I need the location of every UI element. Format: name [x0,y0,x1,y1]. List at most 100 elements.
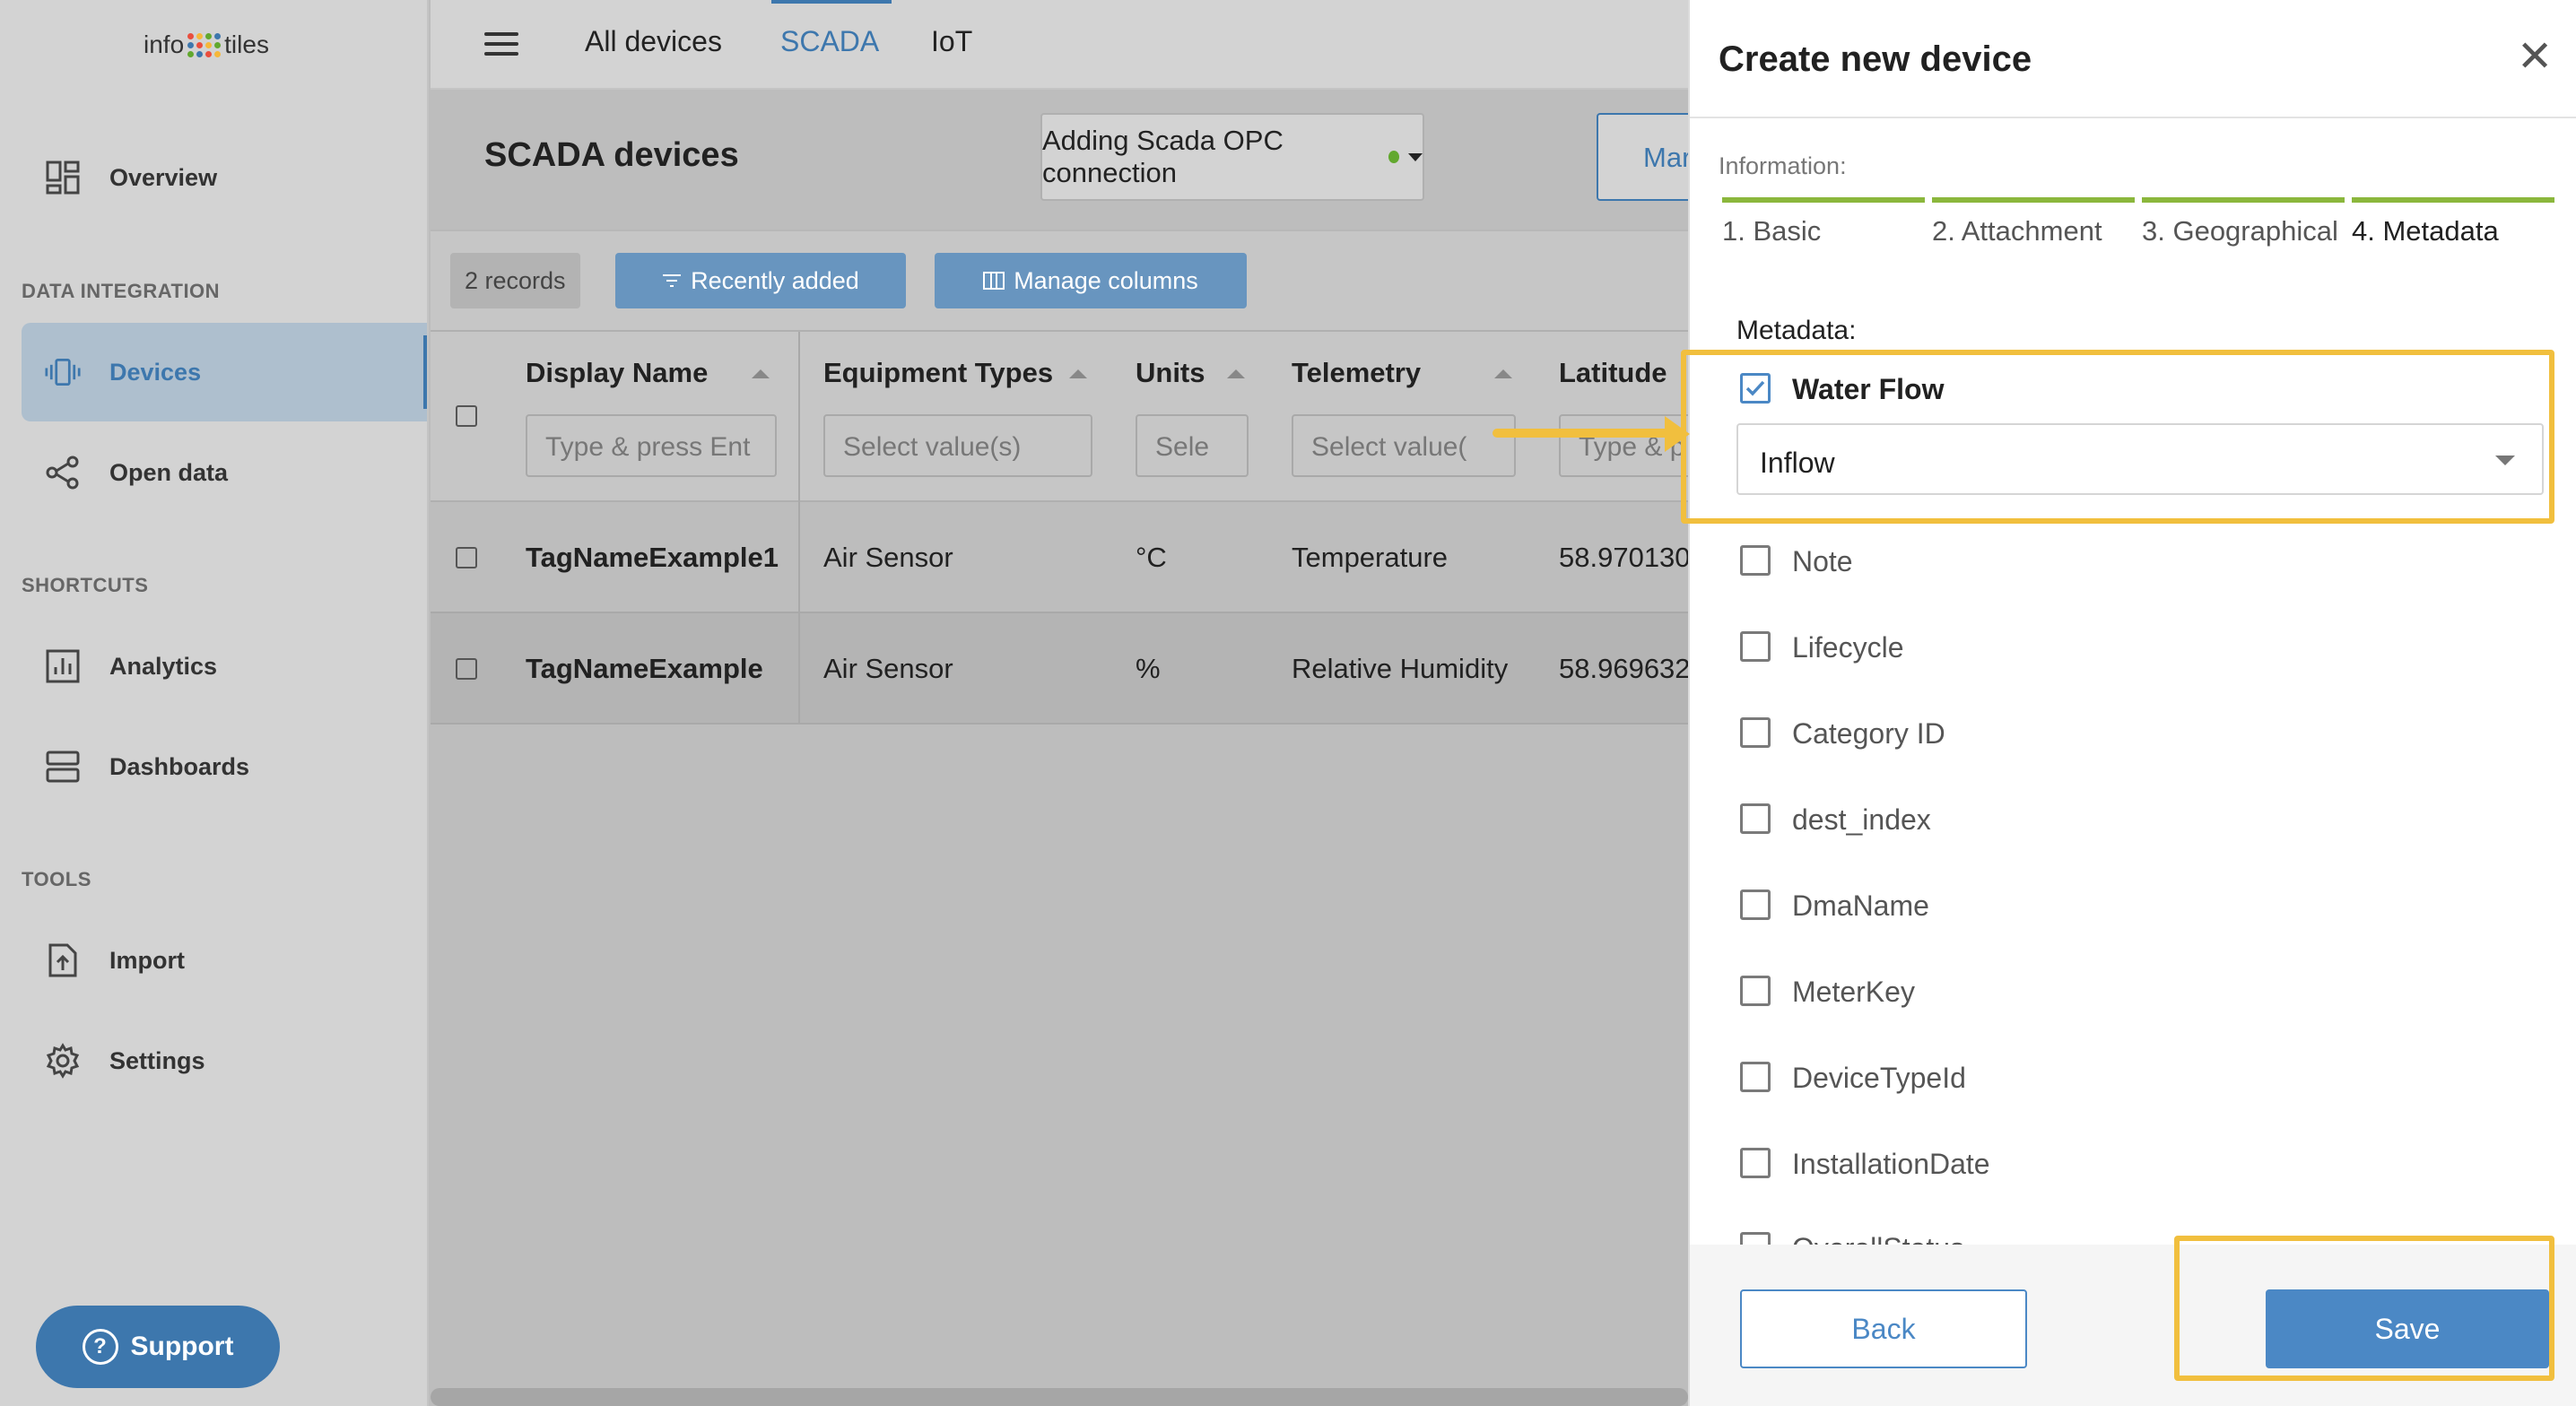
recently-added-label: Recently added [691,266,859,294]
device-type-id-checkbox[interactable] [1740,1062,1771,1092]
column-divider [798,332,800,504]
sidebar-item-label: Open data [109,458,229,486]
scada-opc-connection-dropdown[interactable]: Adding Scada OPC connection [1040,113,1424,201]
step-progress-bar [2142,197,2345,203]
gear-icon [45,1043,81,1079]
filter-lines-icon [663,274,682,287]
tab-all-devices[interactable]: All devices [585,25,722,90]
note-checkbox[interactable] [1740,545,1771,576]
information-label: Information: [1719,152,1847,179]
lifecycle-checkbox[interactable] [1740,631,1771,662]
save-button[interactable]: Save [2266,1289,2549,1368]
sidebar-item-overview[interactable]: Overview [22,128,427,227]
cell-unit: % [1136,653,1161,684]
cell-display-name: TagNameExample1 [526,542,779,573]
sort-icon[interactable] [1069,369,1087,378]
manage-button[interactable]: Mar [1597,113,1688,201]
page-title: SCADA devices [484,136,739,174]
table-row[interactable]: TagNameExample Air Sensor % Relative Hum… [431,613,1688,725]
equipment-types-filter[interactable]: Select value(s) [823,414,1092,477]
tab-scada[interactable]: SCADA [770,0,892,90]
sidebar-item-label: Import [109,946,185,974]
devices-icon [45,354,81,390]
step-label: 2. Attachment [1932,215,2102,247]
import-file-icon [45,942,81,978]
sidebar-item-label: Settings [109,1046,205,1074]
dropdown-arrow-icon [2495,456,2515,465]
column-display-name[interactable]: Display Name [526,357,708,389]
hamburger-menu-icon[interactable] [484,32,518,56]
sidebar-item-settings[interactable]: Settings [22,1011,427,1110]
step-metadata[interactable]: 4. Metadata [2352,197,2554,251]
sort-icon[interactable] [752,369,770,378]
dma-name-checkbox[interactable] [1740,890,1771,920]
step-geographical[interactable]: 3. Geographical [2142,197,2345,251]
dma-name-label: DmaName [1792,890,1929,922]
telemetry-filter[interactable]: Select value( [1292,414,1516,477]
sidebar-item-label: Dashboards [109,752,250,780]
step-basic[interactable]: 1. Basic [1722,197,1925,251]
table-header: Display Name Type & press Ent Equipment … [431,330,1688,504]
note-label: Note [1792,545,1853,577]
sort-icon[interactable] [1227,369,1245,378]
manage-columns-button[interactable]: Manage columns [935,253,1247,308]
table-row[interactable]: TagNameExample1 Air Sensor °C Temperatur… [431,502,1688,613]
water-flow-select[interactable]: Inflow [1736,423,2544,495]
cell-unit: °C [1136,542,1167,573]
support-button[interactable]: ? Support [36,1306,280,1388]
section-tools: TOOLS [22,868,91,890]
back-button[interactable]: Back [1740,1289,2027,1368]
installation-date-checkbox[interactable] [1740,1148,1771,1178]
category-id-checkbox[interactable] [1740,717,1771,748]
checkmark-icon [1745,380,1765,396]
tab-iot[interactable]: IoT [931,25,972,90]
overview-grid-icon [45,160,81,195]
column-latitude[interactable]: Latitude [1559,357,1667,389]
select-all-checkbox[interactable] [456,405,477,427]
column-equipment-types[interactable]: Equipment Types [823,357,1053,389]
columns-icon [983,272,1005,290]
step-attachment[interactable]: 2. Attachment [1932,197,2135,251]
water-flow-label: Water Flow [1792,373,1945,405]
step-label: 3. Geographical [2142,215,2338,247]
logo-text-right: tiles [224,30,269,58]
horizontal-scrollbar[interactable] [431,1388,1688,1406]
column-divider [798,502,800,613]
manage-columns-label: Manage columns [1014,266,1198,294]
sidebar-item-dashboards[interactable]: Dashboards [22,717,427,816]
sidebar-item-analytics[interactable]: Analytics [22,617,427,716]
annotation-arrow-head-icon [1665,416,1690,452]
recently-added-button[interactable]: Recently added [615,253,906,308]
close-icon[interactable]: ✕ [2517,36,2553,79]
step-progress-bar [2352,197,2554,203]
device-type-id-label: DeviceTypeId [1792,1062,1966,1094]
infotiles-logo[interactable]: info tiles [144,30,269,59]
display-name-filter[interactable]: Type & press Ent [526,414,777,477]
devices-table: Display Name Type & press Ent Equipment … [431,330,1688,725]
meter-key-label: MeterKey [1792,976,1915,1008]
dest-index-checkbox[interactable] [1740,803,1771,834]
sort-icon[interactable] [1494,369,1512,378]
sidebar-item-devices[interactable]: Devices [22,323,427,421]
sidebar-item-open-data[interactable]: Open data [22,423,427,522]
row-checkbox[interactable] [456,658,477,680]
panel-title: Create new device [1719,39,2032,79]
panel-footer: Back Save [1690,1245,2576,1406]
cell-display-name: TagNameExample [526,653,763,684]
units-filter[interactable]: Sele [1136,414,1249,477]
analytics-chart-icon [45,648,81,684]
column-telemetry[interactable]: Telemetry [1292,357,1421,389]
caret-down-icon [1408,152,1423,161]
cell-equipment-type: Air Sensor [823,542,953,573]
section-data-integration: DATA INTEGRATION [22,280,221,302]
water-flow-checkbox[interactable] [1740,373,1771,404]
row-checkbox[interactable] [456,547,477,568]
meter-key-checkbox[interactable] [1740,976,1771,1006]
sidebar-item-label: Overview [109,163,218,191]
logo-dots-icon [187,32,222,57]
column-units[interactable]: Units [1136,357,1205,389]
top-bar: All devices SCADA IoT [431,0,1688,90]
sidebar-item-import[interactable]: Import [22,911,427,1010]
step-label: 4. Metadata [2352,215,2499,247]
share-icon [45,455,81,490]
